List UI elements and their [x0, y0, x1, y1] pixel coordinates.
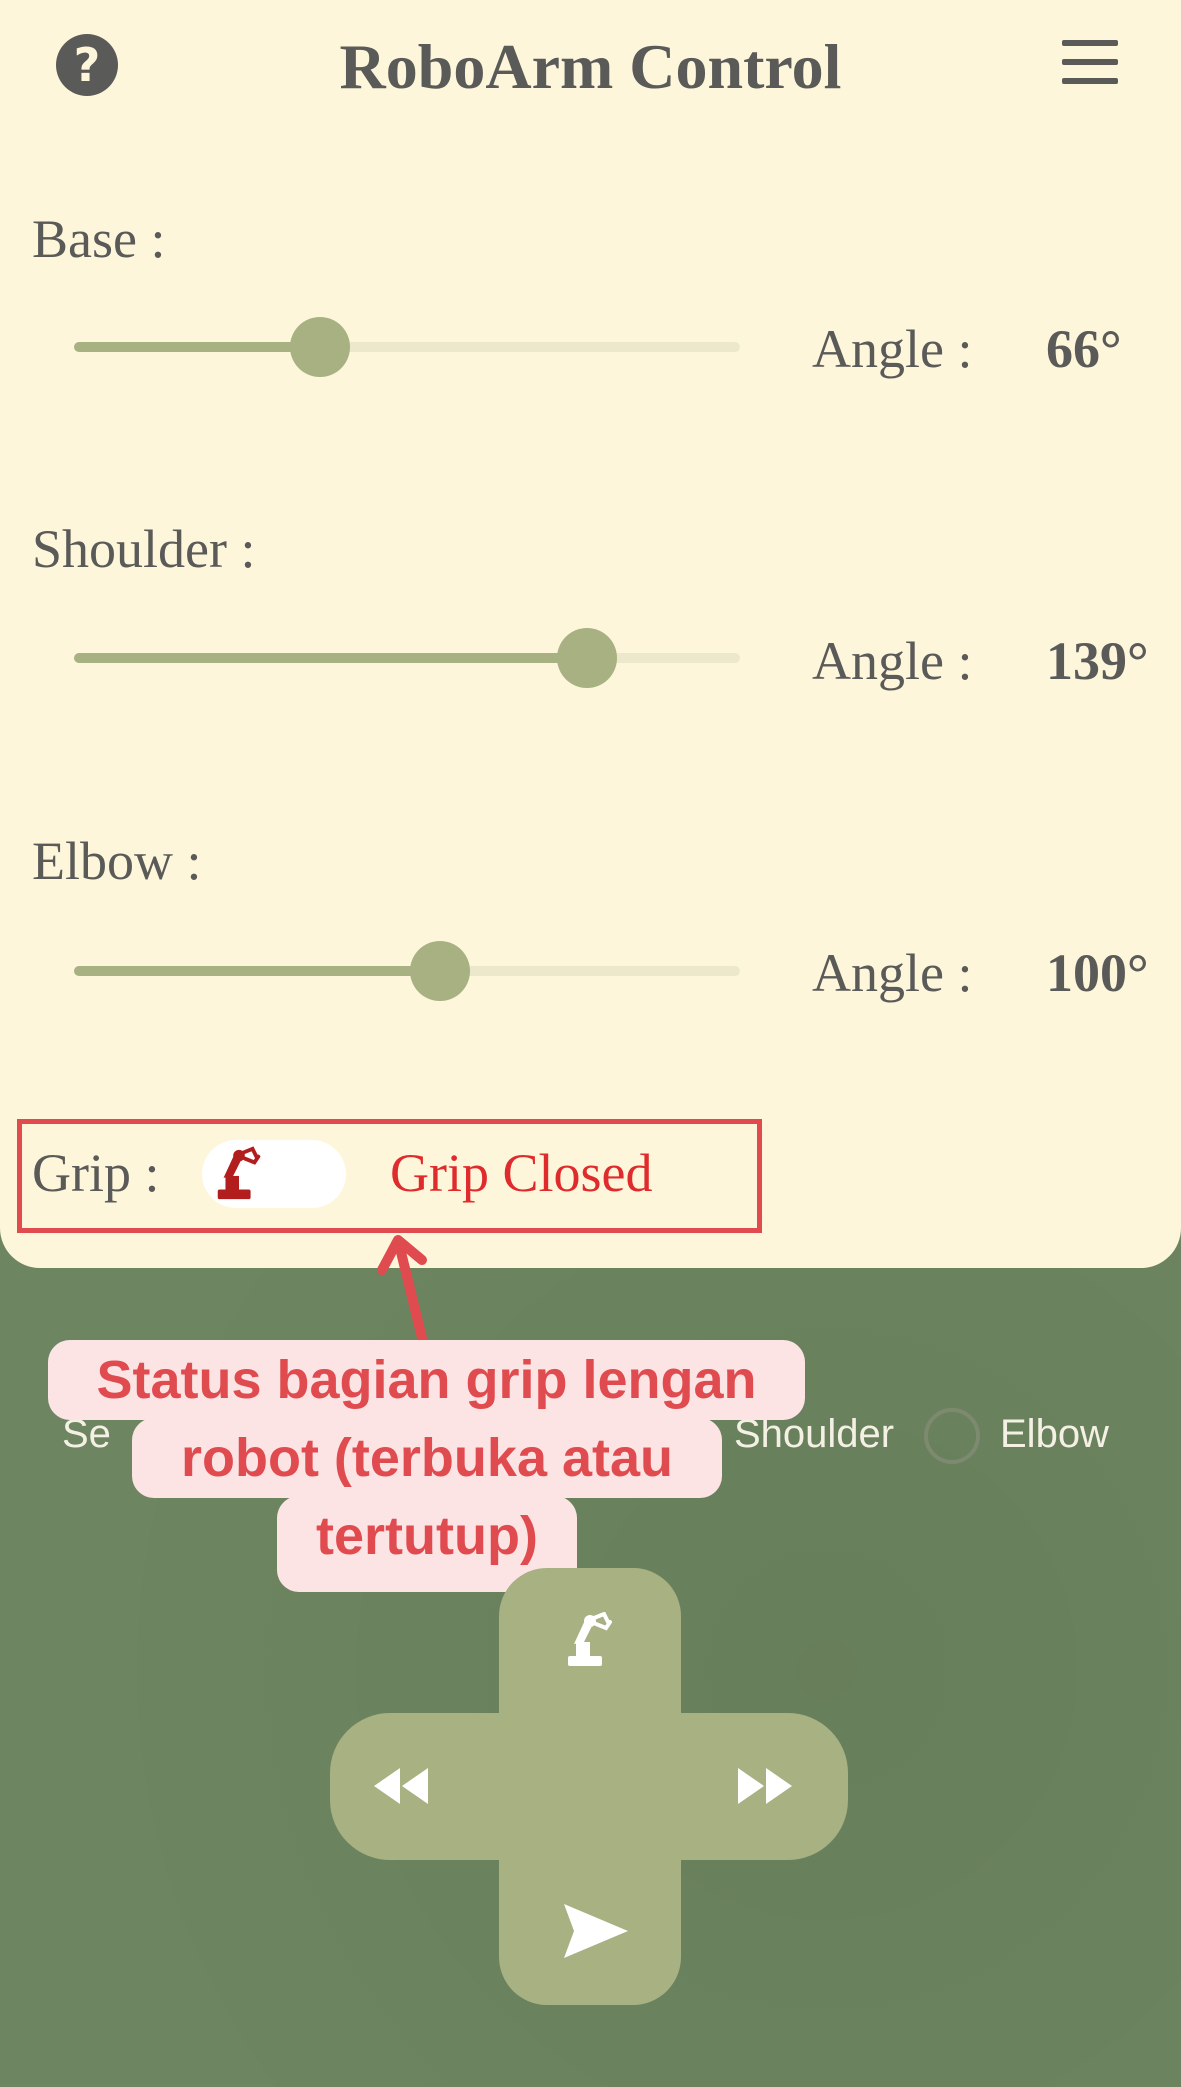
base-angle-label: Angle :	[812, 319, 973, 379]
base-label: Base :	[32, 209, 166, 269]
base-angle-value: 66°	[1046, 319, 1122, 379]
shoulder-angle-label: Angle :	[812, 631, 973, 691]
annotation-line-1: Status bagian grip lengan	[48, 1340, 805, 1420]
rewind-icon[interactable]	[372, 1766, 432, 1806]
shoulder-slider-fill	[74, 653, 587, 663]
elbow-slider[interactable]	[74, 941, 740, 1001]
radio-label-elbow[interactable]: Elbow	[1000, 1412, 1109, 1457]
shoulder-slider-thumb[interactable]	[556, 628, 617, 688]
fast-forward-icon[interactable]	[734, 1766, 794, 1806]
grip-highlight-box	[17, 1119, 762, 1233]
annotation-line-2: robot (terbuka atau	[132, 1418, 722, 1498]
elbow-label: Elbow :	[32, 831, 202, 891]
shoulder-slider[interactable]	[74, 628, 740, 688]
base-slider-fill	[74, 342, 321, 352]
elbow-slider-fill	[74, 966, 441, 976]
base-slider[interactable]	[74, 317, 740, 377]
app-title: RoboArm Control	[339, 31, 842, 102]
annotation-arrow	[377, 1235, 427, 1343]
shoulder-label: Shoulder :	[32, 519, 256, 579]
hamburger-menu-icon[interactable]	[1062, 40, 1118, 84]
shoulder-angle-value: 139°	[1046, 631, 1149, 691]
radio-elbow-circle[interactable]	[924, 1408, 980, 1464]
elbow-slider-thumb[interactable]	[410, 941, 471, 1001]
control-panel: ? RoboArm Control Base : Angle : 66° Sho…	[0, 0, 1181, 1268]
base-slider-thumb[interactable]	[290, 317, 351, 377]
send-icon[interactable]	[562, 1902, 630, 1960]
elbow-angle-value: 100°	[1046, 943, 1149, 1003]
dpad-up-robot-arm-icon[interactable]	[560, 1612, 620, 1668]
elbow-angle-label: Angle :	[812, 943, 973, 1003]
